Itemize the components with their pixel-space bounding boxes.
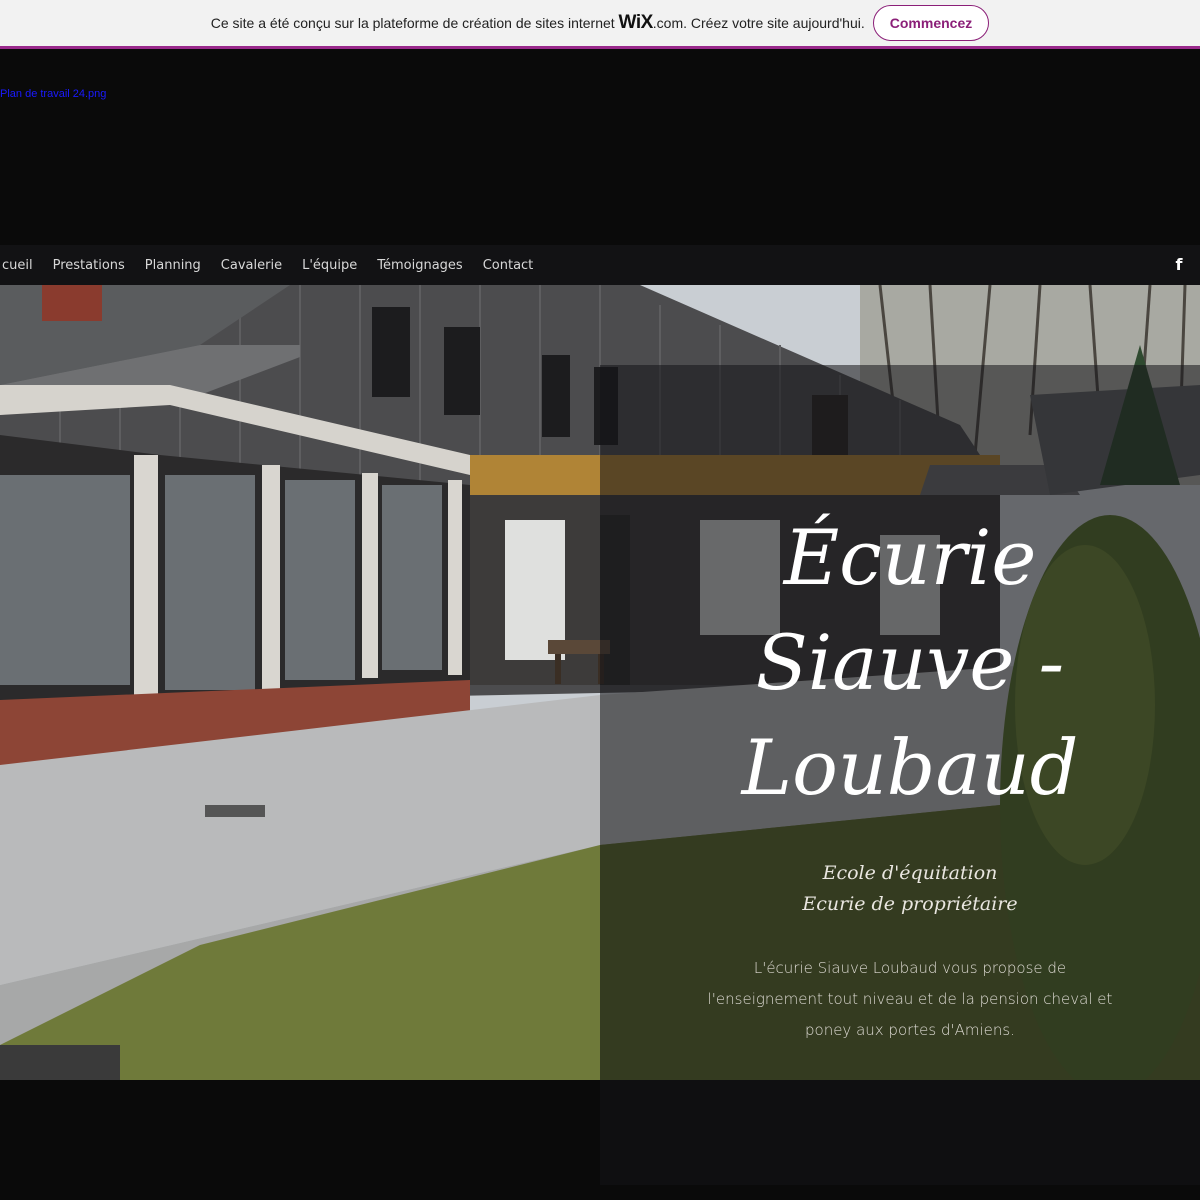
wix-logo: WiX xyxy=(618,12,654,33)
facebook-icon[interactable]: f xyxy=(1172,256,1186,274)
header-logo-image-link[interactable]: Plan de travail 24.png xyxy=(0,88,106,100)
nav-item-prestations[interactable]: Prestations xyxy=(43,258,135,273)
wix-promo-banner: Ce site a été conçu sur la plateforme de… xyxy=(0,0,1200,49)
hero-subtitle-line1: Ecole d'équitation xyxy=(822,862,998,884)
nav-item-contact[interactable]: Contact xyxy=(473,258,544,273)
hero-subtitle-line2: Ecurie de propriétaire xyxy=(802,893,1018,915)
nav-item-cavalerie[interactable]: Cavalerie xyxy=(211,258,292,273)
nav-item-planning[interactable]: Planning xyxy=(135,258,211,273)
main-navigation: cueil Prestations Planning Cavalerie L'é… xyxy=(0,245,1200,285)
hero-description: L'écurie Siauve Loubaud vous propose de … xyxy=(707,959,1113,1039)
nav-item-accueil[interactable]: cueil xyxy=(0,258,43,273)
wix-banner-text-after: .com. Créez votre site aujourd'hui. xyxy=(652,15,865,31)
hero-title-line2: Siauve - xyxy=(755,618,1065,707)
hero-title-line1: Écurie xyxy=(783,513,1037,602)
nav-item-temoignages[interactable]: Témoignages xyxy=(367,258,472,273)
nav-item-equipe[interactable]: L'équipe xyxy=(292,258,367,273)
hero-title-line3: Loubaud xyxy=(741,723,1079,812)
commencez-button[interactable]: Commencez xyxy=(872,5,990,41)
nav-menu: cueil Prestations Planning Cavalerie L'é… xyxy=(0,245,543,285)
hero-subtitle: Ecole d'équitation Ecurie de propriétair… xyxy=(600,858,1200,920)
wix-banner-text-before: Ce site a été conçu sur la plateforme de… xyxy=(210,15,619,31)
wix-banner-text: Ce site a été conçu sur la plateforme de… xyxy=(211,12,865,34)
hero-title: Écurie Siauve - Loubaud xyxy=(600,505,1200,820)
